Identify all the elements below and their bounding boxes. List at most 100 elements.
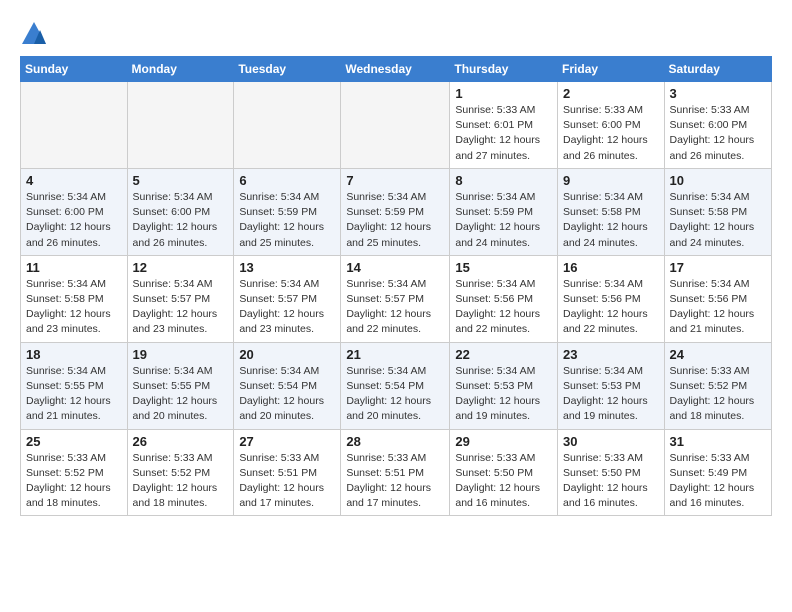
calendar-cell: 26 Sunrise: 5:33 AM Sunset: 5:52 PM Dayli… bbox=[127, 429, 234, 516]
day-number: 30 bbox=[563, 434, 659, 449]
day-number: 19 bbox=[133, 347, 229, 362]
day-number: 16 bbox=[563, 260, 659, 275]
day-number: 9 bbox=[563, 173, 659, 188]
day-number: 2 bbox=[563, 86, 659, 101]
day-info: Sunrise: 5:33 AM Sunset: 6:00 PM Dayligh… bbox=[563, 103, 659, 164]
day-number: 23 bbox=[563, 347, 659, 362]
day-number: 6 bbox=[239, 173, 335, 188]
calendar-cell bbox=[21, 82, 128, 169]
calendar-cell: 7 Sunrise: 5:34 AM Sunset: 5:59 PM Daylig… bbox=[341, 168, 450, 255]
day-number: 20 bbox=[239, 347, 335, 362]
calendar-cell: 14 Sunrise: 5:34 AM Sunset: 5:57 PM Dayli… bbox=[341, 255, 450, 342]
day-number: 7 bbox=[346, 173, 444, 188]
day-number: 4 bbox=[26, 173, 122, 188]
day-number: 26 bbox=[133, 434, 229, 449]
day-info: Sunrise: 5:34 AM Sunset: 5:57 PM Dayligh… bbox=[346, 277, 444, 338]
day-number: 5 bbox=[133, 173, 229, 188]
day-info: Sunrise: 5:33 AM Sunset: 5:51 PM Dayligh… bbox=[346, 451, 444, 512]
day-info: Sunrise: 5:34 AM Sunset: 5:59 PM Dayligh… bbox=[455, 190, 552, 251]
header bbox=[20, 16, 772, 48]
day-info: Sunrise: 5:34 AM Sunset: 5:58 PM Dayligh… bbox=[26, 277, 122, 338]
day-info: Sunrise: 5:34 AM Sunset: 5:56 PM Dayligh… bbox=[670, 277, 766, 338]
day-number: 24 bbox=[670, 347, 766, 362]
calendar-cell: 3 Sunrise: 5:33 AM Sunset: 6:00 PM Daylig… bbox=[664, 82, 771, 169]
calendar-cell: 29 Sunrise: 5:33 AM Sunset: 5:50 PM Dayli… bbox=[450, 429, 558, 516]
day-info: Sunrise: 5:34 AM Sunset: 5:58 PM Dayligh… bbox=[670, 190, 766, 251]
week-row-3: 11 Sunrise: 5:34 AM Sunset: 5:58 PM Dayli… bbox=[21, 255, 772, 342]
calendar-cell: 2 Sunrise: 5:33 AM Sunset: 6:00 PM Daylig… bbox=[558, 82, 665, 169]
calendar-cell: 19Sunrise: 5:34 AM Sunset: 5:55 PM Dayli… bbox=[127, 342, 234, 429]
calendar-cell: 31 Sunrise: 5:33 AM Sunset: 5:49 PM Dayli… bbox=[664, 429, 771, 516]
day-number: 27 bbox=[239, 434, 335, 449]
day-number: 8 bbox=[455, 173, 552, 188]
day-info: Sunrise: 5:33 AM Sunset: 5:52 PM Dayligh… bbox=[133, 451, 229, 512]
calendar-cell: 6 Sunrise: 5:34 AM Sunset: 5:59 PM Daylig… bbox=[234, 168, 341, 255]
calendar-cell: 9Sunrise: 5:34 AM Sunset: 5:58 PM Daylig… bbox=[558, 168, 665, 255]
calendar-cell: 18 Sunrise: 5:34 AM Sunset: 5:55 PM Dayli… bbox=[21, 342, 128, 429]
calendar-cell: 30 Sunrise: 5:33 AM Sunset: 5:50 PM Dayli… bbox=[558, 429, 665, 516]
calendar-cell bbox=[127, 82, 234, 169]
calendar-cell: 27 Sunrise: 5:33 AM Sunset: 5:51 PM Dayli… bbox=[234, 429, 341, 516]
day-number: 17 bbox=[670, 260, 766, 275]
day-number: 28 bbox=[346, 434, 444, 449]
calendar-cell: 16Sunrise: 5:34 AM Sunset: 5:56 PM Dayli… bbox=[558, 255, 665, 342]
day-info: Sunrise: 5:34 AM Sunset: 5:57 PM Dayligh… bbox=[133, 277, 229, 338]
day-header-sunday: Sunday bbox=[21, 57, 128, 82]
calendar-cell: 5 Sunrise: 5:34 AM Sunset: 6:00 PM Daylig… bbox=[127, 168, 234, 255]
calendar-cell: 25 Sunrise: 5:33 AM Sunset: 5:52 PM Dayli… bbox=[21, 429, 128, 516]
calendar-cell: 28 Sunrise: 5:33 AM Sunset: 5:51 PM Dayli… bbox=[341, 429, 450, 516]
calendar-cell: 13 Sunrise: 5:34 AM Sunset: 5:57 PM Dayli… bbox=[234, 255, 341, 342]
day-info: Sunrise: 5:34 AM Sunset: 6:00 PM Dayligh… bbox=[133, 190, 229, 251]
day-number: 11 bbox=[26, 260, 122, 275]
calendar-cell: 4 Sunrise: 5:34 AM Sunset: 6:00 PM Daylig… bbox=[21, 168, 128, 255]
day-number: 22 bbox=[455, 347, 552, 362]
calendar-cell: 23Sunrise: 5:34 AM Sunset: 5:53 PM Dayli… bbox=[558, 342, 665, 429]
day-number: 29 bbox=[455, 434, 552, 449]
day-number: 12 bbox=[133, 260, 229, 275]
calendar-cell: 15Sunrise: 5:34 AM Sunset: 5:56 PM Dayli… bbox=[450, 255, 558, 342]
calendar-cell: 21Sunrise: 5:34 AM Sunset: 5:54 PM Dayli… bbox=[341, 342, 450, 429]
day-info: Sunrise: 5:34 AM Sunset: 5:59 PM Dayligh… bbox=[239, 190, 335, 251]
day-number: 21 bbox=[346, 347, 444, 362]
day-number: 25 bbox=[26, 434, 122, 449]
day-header-tuesday: Tuesday bbox=[234, 57, 341, 82]
calendar-cell: 24 Sunrise: 5:33 AM Sunset: 5:52 PM Dayli… bbox=[664, 342, 771, 429]
day-info: Sunrise: 5:34 AM Sunset: 6:00 PM Dayligh… bbox=[26, 190, 122, 251]
calendar-cell bbox=[234, 82, 341, 169]
day-info: Sunrise: 5:33 AM Sunset: 5:51 PM Dayligh… bbox=[239, 451, 335, 512]
week-row-4: 18 Sunrise: 5:34 AM Sunset: 5:55 PM Dayli… bbox=[21, 342, 772, 429]
day-number: 31 bbox=[670, 434, 766, 449]
day-header-thursday: Thursday bbox=[450, 57, 558, 82]
day-number: 1 bbox=[455, 86, 552, 101]
day-info: Sunrise: 5:34 AM Sunset: 5:54 PM Dayligh… bbox=[239, 364, 335, 425]
calendar-cell: 22 Sunrise: 5:34 AM Sunset: 5:53 PM Dayli… bbox=[450, 342, 558, 429]
day-info: Sunrise: 5:34 AM Sunset: 5:55 PM Dayligh… bbox=[26, 364, 122, 425]
day-header-monday: Monday bbox=[127, 57, 234, 82]
day-number: 3 bbox=[670, 86, 766, 101]
calendar-cell: 10 Sunrise: 5:34 AM Sunset: 5:58 PM Dayli… bbox=[664, 168, 771, 255]
day-info: Sunrise: 5:33 AM Sunset: 5:50 PM Dayligh… bbox=[455, 451, 552, 512]
day-number: 13 bbox=[239, 260, 335, 275]
day-header-friday: Friday bbox=[558, 57, 665, 82]
calendar-cell: 20 Sunrise: 5:34 AM Sunset: 5:54 PM Dayli… bbox=[234, 342, 341, 429]
logo bbox=[20, 20, 52, 48]
calendar-cell: 17 Sunrise: 5:34 AM Sunset: 5:56 PM Dayli… bbox=[664, 255, 771, 342]
day-info: Sunrise: 5:34 AM Sunset: 5:53 PM Dayligh… bbox=[455, 364, 552, 425]
day-info: Sunrise: 5:33 AM Sunset: 5:52 PM Dayligh… bbox=[670, 364, 766, 425]
calendar-cell: 11 Sunrise: 5:34 AM Sunset: 5:58 PM Dayli… bbox=[21, 255, 128, 342]
day-number: 18 bbox=[26, 347, 122, 362]
calendar-cell: 8 Sunrise: 5:34 AM Sunset: 5:59 PM Daylig… bbox=[450, 168, 558, 255]
day-info: Sunrise: 5:33 AM Sunset: 5:49 PM Dayligh… bbox=[670, 451, 766, 512]
day-number: 14 bbox=[346, 260, 444, 275]
day-info: Sunrise: 5:34 AM Sunset: 5:59 PM Dayligh… bbox=[346, 190, 444, 251]
day-number: 10 bbox=[670, 173, 766, 188]
day-info: Sunrise: 5:33 AM Sunset: 5:50 PM Dayligh… bbox=[563, 451, 659, 512]
day-info: Sunrise: 5:34 AM Sunset: 5:57 PM Dayligh… bbox=[239, 277, 335, 338]
day-info: Sunrise: 5:33 AM Sunset: 6:01 PM Dayligh… bbox=[455, 103, 552, 164]
day-info: Sunrise: 5:33 AM Sunset: 6:00 PM Dayligh… bbox=[670, 103, 766, 164]
calendar-cell: 12 Sunrise: 5:34 AM Sunset: 5:57 PM Dayli… bbox=[127, 255, 234, 342]
week-row-2: 4 Sunrise: 5:34 AM Sunset: 6:00 PM Daylig… bbox=[21, 168, 772, 255]
day-header-wednesday: Wednesday bbox=[341, 57, 450, 82]
logo-icon bbox=[20, 20, 48, 48]
day-info: Sunrise: 5:33 AM Sunset: 5:52 PM Dayligh… bbox=[26, 451, 122, 512]
